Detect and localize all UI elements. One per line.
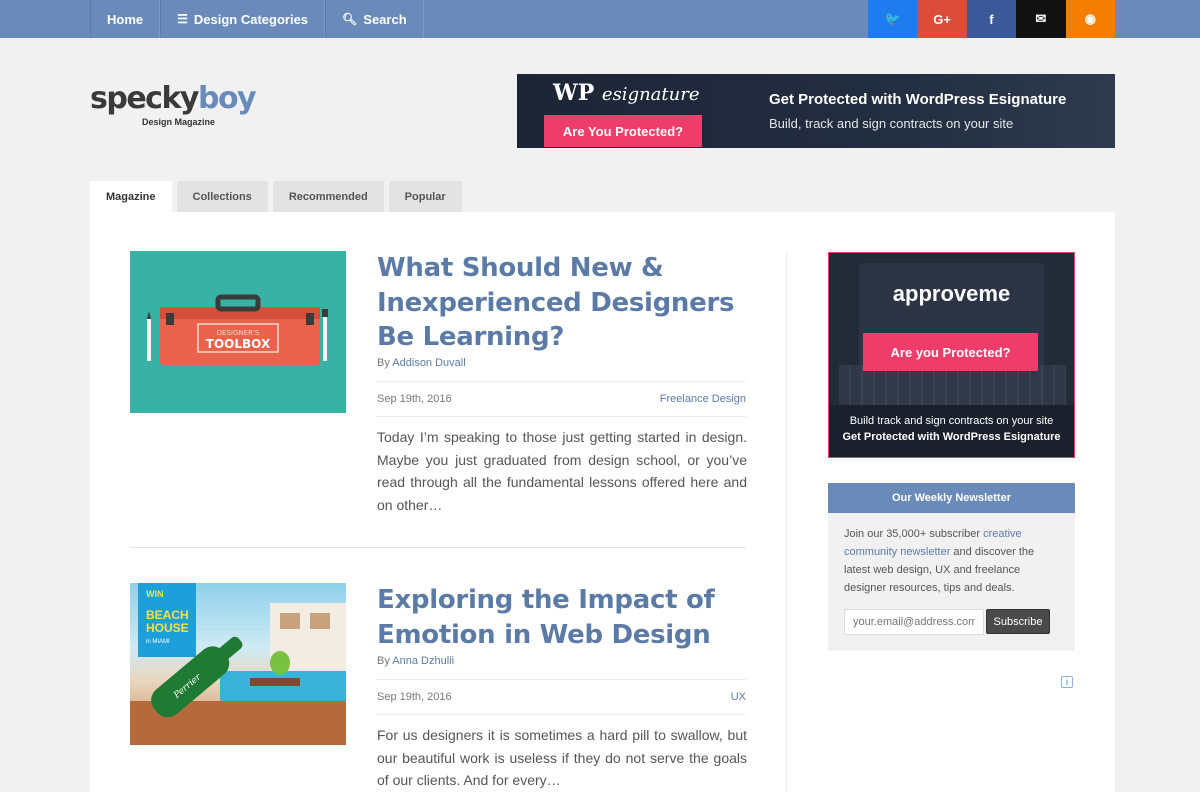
category-link[interactable]: Freelance Design	[660, 393, 746, 405]
twitter-icon[interactable]: 🐦	[868, 0, 918, 38]
ad-caption-line2: Get Protected with WordPress Esignature	[842, 431, 1061, 443]
article-meta: Sep 19th, 2016 Freelance Design	[377, 381, 746, 417]
tab-popular[interactable]: Popular	[388, 181, 462, 212]
logo-text-part2: boy	[197, 81, 257, 116]
thumb-win-text: WIN	[146, 589, 164, 599]
banner-brand-script: esignature	[601, 84, 700, 105]
google-plus-icon[interactable]: G+	[917, 0, 967, 38]
author-link[interactable]: Addison Duvall	[392, 357, 465, 369]
newsletter-form: Subscribe	[844, 609, 1050, 635]
ad-caption: Build track and sign contracts on your s…	[829, 405, 1074, 457]
nav-categories-label: Design Categories	[193, 11, 309, 27]
article-excerpt: For us designers it is sometimes a hard …	[377, 727, 747, 788]
main-nav: Home ☰ Design Categories 🔍︎ Search	[90, 0, 424, 38]
thumb-text-line1: DESIGNER'S	[217, 329, 260, 337]
newsletter-text-before: Join our 35,000+ subscriber	[844, 528, 984, 540]
byline-prefix: By	[377, 357, 390, 369]
newsletter-title: Our Weekly Newsletter	[828, 483, 1075, 513]
article-title[interactable]: Exploring the Impact of Emotion in Web D…	[377, 583, 749, 652]
article-byline: By Addison Duvall	[377, 357, 466, 369]
banner-subline: Build, track and sign contracts on your …	[769, 116, 1014, 131]
logo-text-part1: specky	[90, 81, 199, 116]
section-tabs: Magazine Collections Recommended Popular	[90, 181, 467, 212]
tab-magazine[interactable]: Magazine	[90, 181, 172, 212]
nav-search-label: Search	[363, 11, 407, 27]
ad-choices-icon[interactable]: i	[1061, 676, 1073, 688]
sidebar-ad[interactable]: approveme Are you Protected? Build track…	[828, 252, 1075, 458]
subscribe-button[interactable]: Subscribe	[986, 609, 1050, 634]
menu-icon: ☰	[177, 12, 188, 26]
ad-cta-button[interactable]: Are you Protected?	[863, 333, 1038, 371]
logo-tagline: Design Magazine	[142, 117, 216, 127]
banner-headline: Get Protected with WordPress Esignature	[769, 91, 1067, 108]
article-title[interactable]: What Should New & Inexperienced Designer…	[377, 251, 749, 355]
beach-house-illustration: WIN BEACH HOUSE in MIAMI Perrier	[130, 583, 346, 745]
article-date: Sep 19th, 2016	[377, 691, 452, 703]
article-byline: By Anna Dzhulii	[377, 655, 454, 667]
email-icon[interactable]: ✉	[1016, 0, 1066, 38]
thumb-miami-text: in MIAMI	[146, 639, 170, 645]
ad-brand: approveme	[892, 281, 1011, 306]
article-excerpt: Today I’m speaking to those just getting…	[377, 429, 747, 513]
thumb-text-line2: TOOLBOX	[206, 337, 271, 351]
article-separator	[130, 547, 746, 548]
email-field[interactable]	[844, 609, 984, 635]
author-link[interactable]: Anna Dzhulii	[392, 655, 454, 667]
tab-recommended[interactable]: Recommended	[272, 181, 384, 212]
banner-cta-button[interactable]: Are You Protected?	[544, 115, 702, 147]
header-banner-ad[interactable]: WP esignature Are You Protected? Get Pro…	[517, 74, 1115, 148]
rss-icon[interactable]: ◉	[1065, 0, 1115, 38]
article-date: Sep 19th, 2016	[377, 393, 452, 405]
article-thumbnail[interactable]: WIN BEACH HOUSE in MIAMI Perrier	[130, 583, 346, 745]
top-navigation-bar: Home ☰ Design Categories 🔍︎ Search 🐦 G+ f ✉ ◉	[0, 0, 1200, 38]
ad-caption-line1: Build track and sign contracts on your s…	[849, 415, 1054, 427]
newsletter-description: Join our 35,000+ subscriber creative com…	[828, 513, 1075, 597]
banner-brand: WP esignature	[553, 80, 700, 106]
ad-laptop-keyboard	[839, 365, 1066, 409]
column-divider	[786, 252, 787, 792]
site-logo[interactable]: speckyboy Design Magazine	[90, 81, 257, 130]
nav-design-categories[interactable]: ☰ Design Categories	[160, 0, 326, 38]
category-link[interactable]: UX	[731, 691, 746, 703]
tab-collections[interactable]: Collections	[176, 181, 268, 212]
newsletter-widget: Our Weekly Newsletter Join our 35,000+ s…	[828, 483, 1075, 651]
byline-prefix: By	[377, 655, 390, 667]
article-meta: Sep 19th, 2016 UX	[377, 679, 746, 715]
content-panel: DESIGNER'S TOOLBOX What Should New & Ine…	[90, 212, 1115, 792]
nav-home-label: Home	[107, 11, 144, 27]
article-thumbnail[interactable]: DESIGNER'S TOOLBOX	[130, 251, 346, 413]
nav-search[interactable]: 🔍︎ Search	[325, 0, 424, 38]
thumb-house-text: HOUSE	[146, 621, 189, 635]
facebook-icon[interactable]: f	[966, 0, 1017, 38]
banner-brand-bold: WP	[553, 80, 595, 106]
toolbox-illustration: DESIGNER'S TOOLBOX	[147, 294, 328, 365]
social-links: 🐦 G+ f ✉ ◉	[868, 0, 1115, 38]
search-icon: 🔍︎	[342, 12, 358, 26]
thumb-beach-text: BEACH	[146, 608, 189, 622]
nav-home[interactable]: Home	[90, 0, 161, 38]
